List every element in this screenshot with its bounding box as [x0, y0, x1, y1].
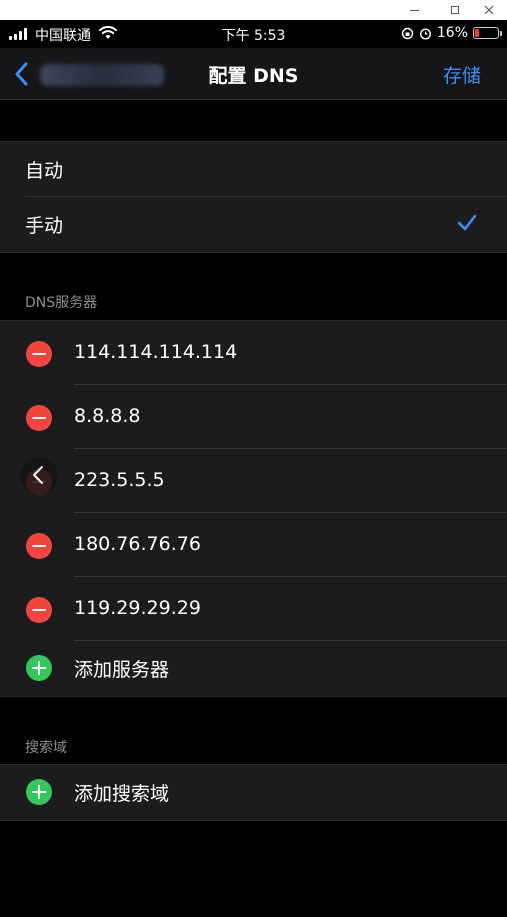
minimize-icon: [409, 9, 419, 11]
add-icon: [26, 655, 52, 681]
maximize-icon: [451, 6, 459, 14]
mode-group: 自动 手动: [0, 141, 507, 253]
add-search-domain-label: 添加搜索域: [74, 783, 170, 805]
navigation-bar: 配置 DNS 存储: [0, 48, 507, 100]
alarm-icon: [419, 27, 431, 40]
back-gesture-overlay: [20, 457, 58, 495]
delete-icon[interactable]: [26, 341, 52, 367]
dns-server-address: 114.114.114.114: [74, 341, 238, 363]
window-title-bar: [0, 0, 507, 20]
dns-server-group: 114.114.114.114 8.8.8.8 223.5.5.5 180.76…: [0, 320, 507, 697]
delete-icon[interactable]: [26, 533, 52, 559]
save-button[interactable]: 存储: [443, 61, 481, 88]
add-server-button[interactable]: 添加服务器: [0, 641, 507, 696]
add-server-label: 添加服务器: [74, 659, 170, 681]
delete-icon[interactable]: [26, 405, 52, 431]
delete-icon[interactable]: [26, 597, 52, 623]
close-button[interactable]: [471, 0, 507, 20]
option-label: 手动: [25, 215, 64, 237]
page-title: 配置 DNS: [208, 65, 299, 87]
dns-server-row[interactable]: 180.76.76.76: [0, 513, 507, 577]
checkmark-icon: [457, 214, 477, 231]
battery-icon: [473, 27, 502, 39]
add-icon: [26, 779, 52, 805]
option-automatic[interactable]: 自动: [0, 142, 507, 197]
dns-server-address: 223.5.5.5: [74, 469, 165, 491]
minimize-button[interactable]: [396, 0, 432, 20]
dns-server-row[interactable]: 223.5.5.5: [0, 449, 507, 513]
dns-server-row[interactable]: 114.114.114.114: [0, 321, 507, 385]
search-domain-header: 搜索域: [25, 740, 67, 756]
search-domain-group: 添加搜索域: [0, 764, 507, 821]
close-icon: [484, 5, 494, 15]
battery-level: [475, 29, 479, 37]
dns-server-row[interactable]: 8.8.8.8: [0, 385, 507, 449]
add-search-domain-button[interactable]: 添加搜索域: [0, 765, 507, 820]
maximize-button[interactable]: [437, 0, 473, 20]
option-manual[interactable]: 手动: [0, 197, 507, 252]
status-bar: 中国联通 下午 5:53 16%: [0, 20, 507, 48]
chevron-left-icon: [33, 466, 43, 484]
battery-percent: 16%: [436, 25, 468, 41]
orientation-lock-icon: [401, 27, 414, 39]
dns-server-row[interactable]: 119.29.29.29: [0, 577, 507, 641]
dns-server-address: 8.8.8.8: [74, 405, 141, 427]
dns-server-address: 119.29.29.29: [74, 597, 201, 619]
dns-server-address: 180.76.76.76: [74, 533, 201, 555]
option-label: 自动: [25, 160, 64, 182]
dns-section-header: DNS服务器: [25, 295, 98, 311]
